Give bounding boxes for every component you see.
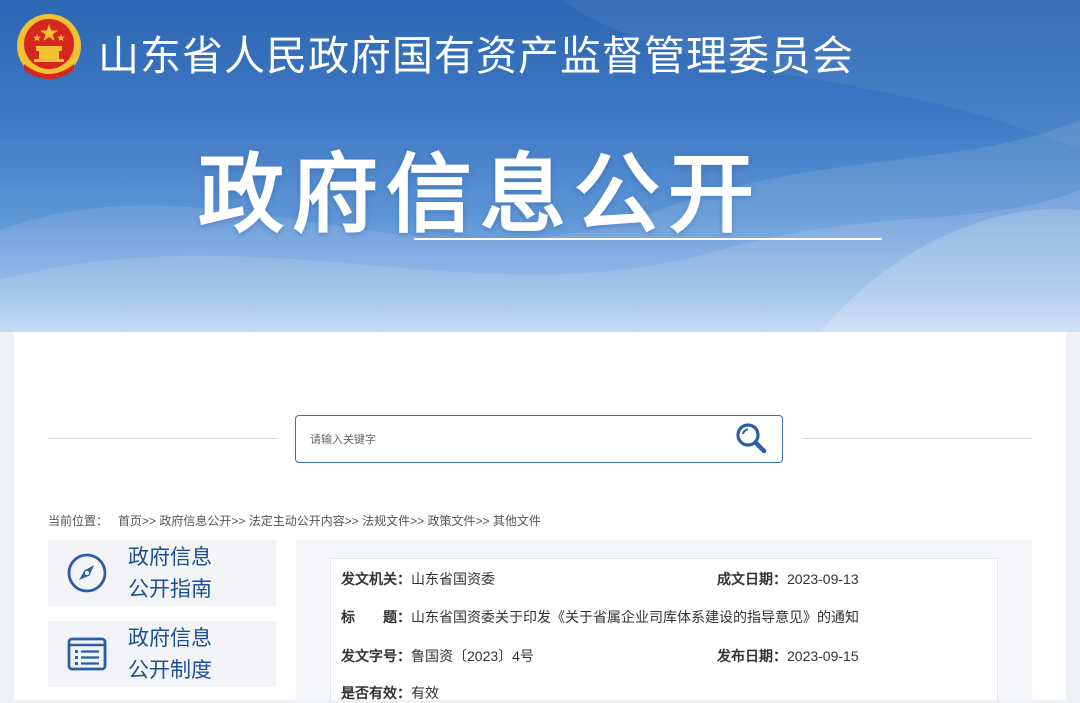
breadcrumb-item-home[interactable]: 首页: [118, 514, 142, 528]
issuer-label: 发文机关：: [341, 571, 411, 587]
breadcrumb-separator: >>: [344, 514, 359, 528]
document-metadata-box: 发文机关：山东省国资委 成文日期：2023-09-13 标 题：山东省国资委关于…: [330, 558, 998, 703]
sidebar-item-disclosure-system[interactable]: 政府信息 公开制度: [48, 621, 276, 687]
published-date-label: 发布日期：: [717, 648, 787, 664]
header-banner: 山东省人民政府国有资产监督管理委员会 政府信息公开: [0, 0, 1080, 332]
sidebar-item-label: 政府信息 公开指南: [128, 542, 212, 606]
breadcrumb-separator: >>: [142, 514, 157, 528]
created-date-value: 2023-09-13: [787, 571, 859, 587]
breadcrumb-prefix: 当前位置：: [48, 514, 109, 528]
search-icon[interactable]: [732, 420, 770, 458]
sidebar-item-label-line2: 公开指南: [128, 578, 212, 601]
created-date-label: 成文日期：: [717, 571, 787, 587]
issuer-value: 山东省国资委: [411, 571, 495, 587]
published-date-row: 发布日期：2023-09-15: [717, 646, 859, 666]
created-date-row: 成文日期：2023-09-13: [717, 569, 859, 589]
section-title: 政府信息公开: [198, 145, 762, 245]
title-value: 山东省国资委关于印发《关于省属企业司库体系建设的指导意见》的通知: [411, 609, 859, 625]
issuer-row: 发文机关：山东省国资委: [341, 569, 495, 589]
document-list-icon: [67, 637, 107, 671]
sidebar-item-label-line1: 政府信息: [128, 546, 212, 569]
sidebar-item-label-line1: 政府信息: [128, 627, 212, 650]
title-underline: [414, 238, 882, 240]
validity-row: 是否有效：有效: [341, 683, 439, 703]
breadcrumb-item-regulations[interactable]: 法规文件: [362, 514, 410, 528]
doc-number-value: 鲁国资〔2023〕4号: [411, 648, 534, 664]
doc-number-label: 发文字号：: [341, 648, 411, 664]
national-emblem-icon: [17, 14, 81, 79]
site-title: 山东省人民政府国有资产监督管理委员会: [98, 32, 854, 80]
validity-label: 是否有效：: [341, 685, 411, 701]
search-input[interactable]: [308, 426, 712, 454]
sidebar-item-label: 政府信息 公开制度: [128, 623, 212, 687]
search-divider-left: [48, 438, 278, 439]
breadcrumb-item-statutory-content[interactable]: 法定主动公开内容: [249, 514, 345, 528]
breadcrumb-item-info-disclosure[interactable]: 政府信息公开: [159, 514, 231, 528]
search-divider-right: [802, 438, 1032, 439]
title-row: 标 题：山东省国资委关于印发《关于省属企业司库体系建设的指导意见》的通知: [341, 607, 859, 627]
breadcrumb-item-other-docs[interactable]: 其他文件: [493, 514, 541, 528]
validity-value: 有效: [411, 685, 439, 701]
doc-number-row: 发文字号：鲁国资〔2023〕4号: [341, 646, 534, 666]
published-date-value: 2023-09-15: [787, 648, 859, 664]
compass-icon: [67, 553, 107, 593]
sidebar-item-label-line2: 公开制度: [128, 659, 212, 682]
breadcrumb-separator: >>: [231, 514, 246, 528]
breadcrumb-item-policy-docs[interactable]: 政策文件: [428, 514, 476, 528]
breadcrumb-separator: >>: [475, 514, 490, 528]
sidebar-item-disclosure-guide[interactable]: 政府信息 公开指南: [48, 540, 276, 606]
title-label: 标 题：: [341, 609, 411, 625]
breadcrumb-separator: >>: [410, 514, 425, 528]
breadcrumb: 当前位置： 首页>> 政府信息公开>> 法定主动公开内容>> 法规文件>> 政策…: [48, 512, 541, 529]
search-box: [295, 415, 783, 463]
